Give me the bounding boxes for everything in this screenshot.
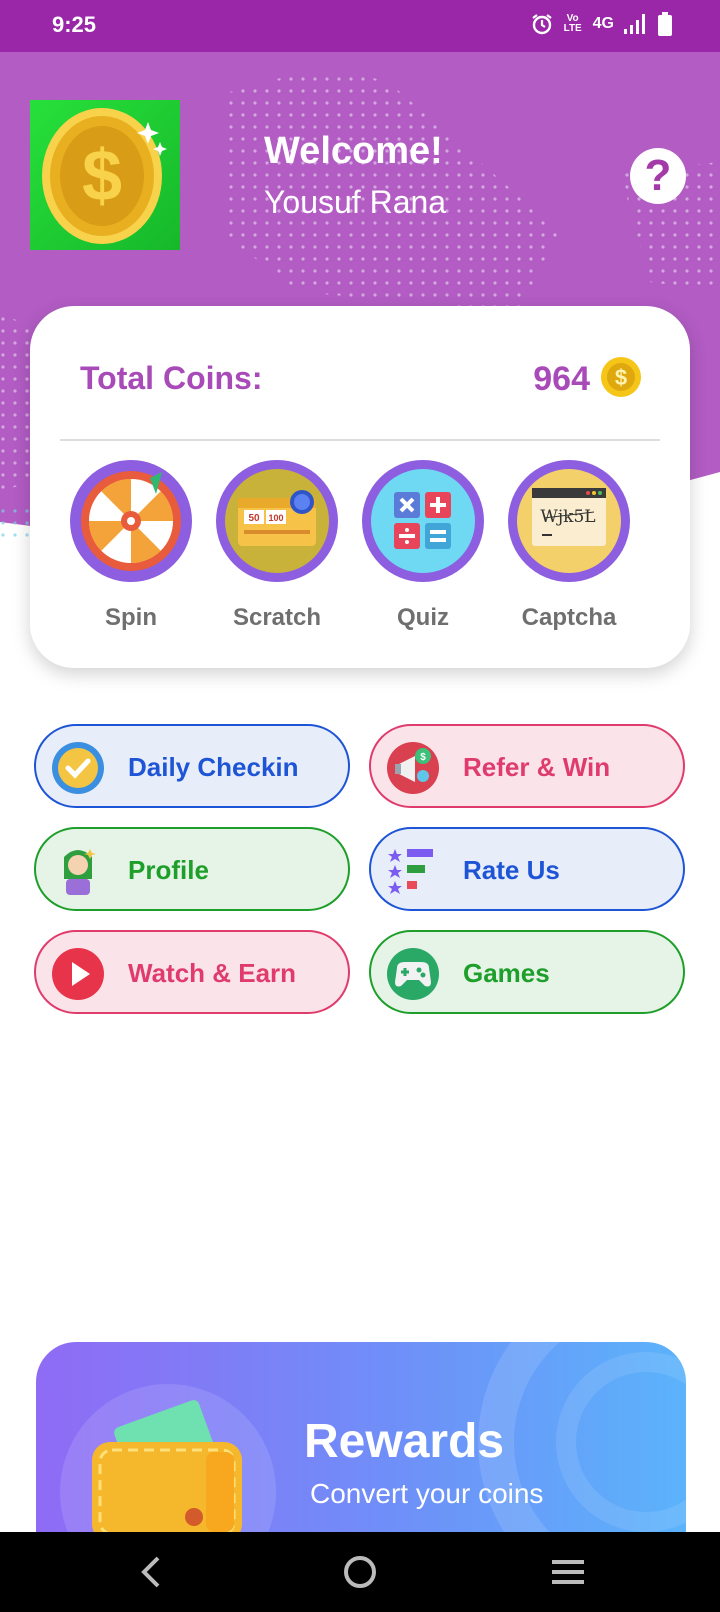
scratch-card-icon: 50 100 [225, 469, 329, 573]
feature-label-quiz: Quiz [397, 604, 449, 631]
system-nav-bar [0, 1532, 720, 1612]
spin-wheel-icon [81, 471, 181, 571]
megaphone-icon: $ [387, 742, 439, 794]
profile-button[interactable]: Profile [34, 827, 350, 911]
rewards-banner[interactable]: Rewards Convert your coins [36, 1342, 686, 1532]
coin-icon: $ [601, 357, 641, 397]
feature-label-scratch: Scratch [232, 604, 322, 631]
battery-icon [658, 12, 672, 36]
card-divider [60, 439, 660, 441]
dollar-coin-icon: $ [42, 108, 167, 244]
watch-earn-label: Watch & Earn [128, 958, 297, 988]
home-icon[interactable] [336, 1548, 384, 1596]
refer-win-label: Refer & Win [463, 752, 611, 782]
games-button[interactable]: Games [369, 930, 685, 1014]
signal-icon [624, 14, 645, 34]
volte-indicator: Vo LTE [563, 13, 582, 34]
check-badge-icon [52, 742, 104, 794]
svg-text:$: $ [82, 136, 122, 216]
network-type: 4G [592, 15, 614, 32]
scratch-number-2: 100 [268, 513, 283, 523]
rate-us-button[interactable]: Rate Us [369, 827, 685, 911]
feature-quiz[interactable]: Quiz [348, 460, 498, 632]
feature-spin[interactable]: Spin [56, 460, 206, 632]
feature-label-captcha: Captcha [521, 604, 617, 631]
menu-icon[interactable] [544, 1548, 592, 1596]
rewards-subtitle: Convert your coins [310, 1478, 544, 1509]
scratch-number-1: 50 [248, 513, 260, 524]
scratch-circle: 50 100 [216, 460, 338, 582]
profile-label: Profile [128, 855, 209, 885]
rate-us-label: Rate Us [463, 855, 560, 885]
user-name: Yousuf Rana [264, 184, 447, 220]
feature-captcha[interactable]: Wjk5L Captcha [494, 460, 644, 632]
status-bar: 9:25 Vo LTE 4G [0, 0, 720, 52]
spin-circle [70, 460, 192, 582]
quiz-circle [362, 460, 484, 582]
captcha-icon: Wjk5L [517, 469, 621, 573]
feature-label-spin: Spin [105, 604, 157, 631]
profile-icon [64, 849, 96, 895]
app-logo: $ [30, 100, 180, 250]
captcha-circle: Wjk5L [508, 460, 630, 582]
back-icon[interactable] [128, 1548, 176, 1596]
welcome-title: Welcome! [264, 130, 443, 172]
rewards-title: Rewards [304, 1415, 505, 1468]
status-icons: Vo LTE 4G [531, 12, 672, 36]
rating-icon [388, 849, 433, 894]
total-coins-value: 964 [533, 360, 590, 398]
status-time: 9:25 [52, 12, 97, 37]
games-label: Games [463, 958, 550, 988]
refer-win-button[interactable]: $ Refer & Win [369, 724, 685, 808]
coins-card: Total Coins: 964 $ Spin 50 100 Scratch Q… [30, 306, 690, 668]
gamepad-icon [387, 948, 439, 1000]
quiz-icon [371, 469, 475, 573]
watch-earn-button[interactable]: Watch & Earn [34, 930, 350, 1014]
play-icon [52, 948, 104, 1000]
help-button[interactable]: ? [630, 148, 686, 204]
coin-glyph: $ [615, 365, 627, 390]
alarm-icon [531, 14, 552, 35]
total-coins-label: Total Coins: [80, 360, 263, 396]
daily-checkin-button[interactable]: Daily Checkin [34, 724, 350, 808]
feature-scratch[interactable]: 50 100 Scratch [202, 460, 352, 632]
daily-checkin-label: Daily Checkin [128, 752, 299, 782]
svg-text:$: $ [420, 752, 426, 763]
